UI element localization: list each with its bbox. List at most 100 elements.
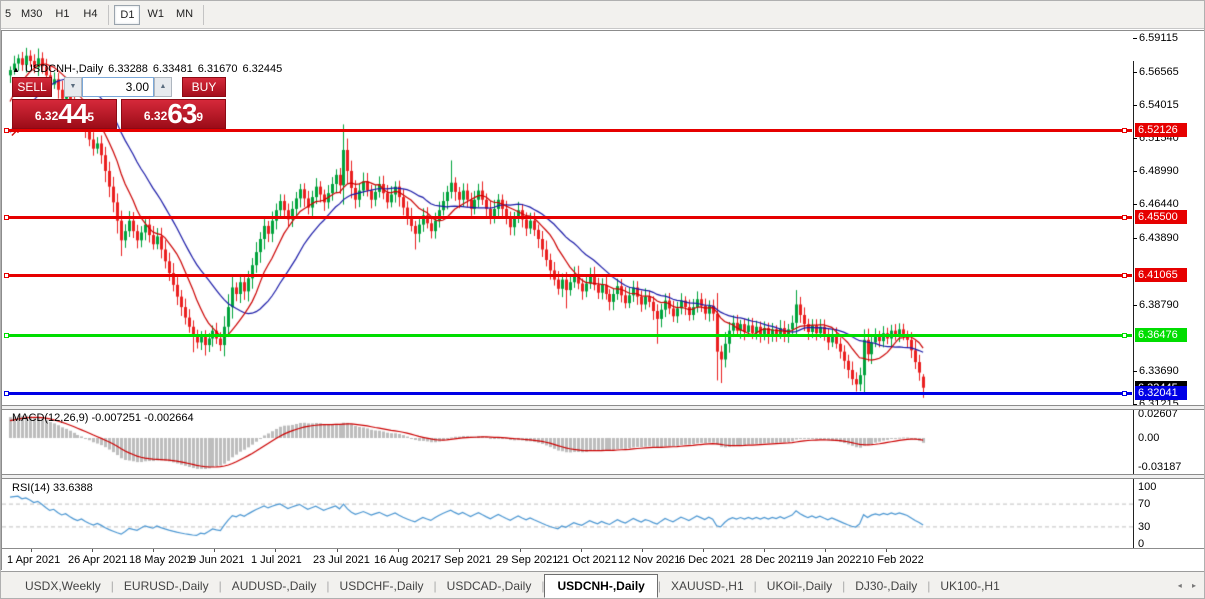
support-line-6.32041[interactable] bbox=[4, 391, 1132, 396]
date-tick-mark bbox=[214, 549, 215, 552]
tab-usdchf-daily[interactable]: USDCHF-,Daily bbox=[330, 575, 434, 597]
date-label: 1 Jul 2021 bbox=[251, 554, 302, 566]
rsi-axis-label: 100 bbox=[1138, 481, 1157, 493]
toolbar-separator bbox=[203, 4, 205, 25]
price-tick-mark bbox=[1133, 238, 1137, 239]
price-tick-label: 6.59115 bbox=[1139, 32, 1178, 44]
tab-ukoil-daily[interactable]: UKOil-,Daily bbox=[757, 575, 842, 597]
timeframe-5[interactable]: 5 bbox=[2, 5, 14, 25]
collapse-icon[interactable]: ▲ bbox=[12, 65, 20, 74]
volume-decrease-button[interactable]: ▼ bbox=[64, 77, 82, 97]
tab-usdcad-daily[interactable]: USDCAD-,Daily bbox=[437, 575, 542, 597]
date-tick-mark bbox=[703, 549, 704, 552]
macd-splitter[interactable] bbox=[2, 405, 1204, 410]
price-tick-mark bbox=[1133, 138, 1137, 139]
line-bar bbox=[4, 129, 1132, 132]
buy-price-pip: 9 bbox=[196, 110, 204, 124]
sell-button[interactable]: SELL bbox=[12, 77, 52, 97]
sell-price-pip: 5 bbox=[87, 110, 95, 124]
price-tick-label: 6.33690 bbox=[1139, 365, 1179, 377]
price-tick-label: 6.54015 bbox=[1139, 99, 1179, 111]
sell-price-box[interactable]: 6.32 44 5 bbox=[12, 99, 117, 129]
tab-xauusd-h1[interactable]: XAUUSD-,H1 bbox=[661, 575, 754, 597]
timeframe-w1[interactable]: W1 bbox=[142, 5, 169, 25]
rsi-canvas[interactable] bbox=[2, 479, 1133, 547]
rsi-axis-label: 30 bbox=[1138, 521, 1151, 533]
date-label: 28 Dec 2021 bbox=[740, 554, 803, 566]
date-tick-mark bbox=[886, 549, 887, 552]
price-tick-mark bbox=[1133, 305, 1137, 306]
buy-button[interactable]: BUY bbox=[182, 77, 226, 97]
date-tick-mark bbox=[398, 549, 399, 552]
line-bar bbox=[4, 334, 1132, 337]
timeframe-h1[interactable]: H1 bbox=[49, 5, 75, 25]
price-tick-label: 6.43890 bbox=[1139, 232, 1179, 244]
line-handle-left[interactable] bbox=[4, 391, 9, 396]
resistance-line-6.52126[interactable] bbox=[4, 128, 1132, 133]
line-handle-right[interactable] bbox=[1122, 128, 1127, 133]
line-price-label: 6.45500 bbox=[1135, 210, 1187, 224]
date-label: 23 Jul 2021 bbox=[313, 554, 370, 566]
line-handle-right[interactable] bbox=[1122, 215, 1127, 220]
date-tick-mark bbox=[825, 549, 826, 552]
date-tick-mark bbox=[459, 549, 460, 552]
line-bar bbox=[4, 216, 1132, 219]
timeframe-h4[interactable]: H4 bbox=[77, 5, 103, 25]
price-tick-label: 6.46440 bbox=[1139, 198, 1179, 210]
date-tick-mark bbox=[153, 549, 154, 552]
buy-price-box[interactable]: 6.32 63 9 bbox=[121, 99, 226, 129]
tab-scroll-arrows[interactable]: ◂ ▸ bbox=[1178, 581, 1200, 590]
rsi-label: RSI(14) 33.6388 bbox=[12, 482, 93, 494]
resistance-line-6.45500[interactable] bbox=[4, 215, 1132, 220]
line-handle-right[interactable] bbox=[1122, 273, 1127, 278]
timeframe-m30[interactable]: M30 bbox=[16, 5, 47, 25]
tab-usdx-weekly[interactable]: USDX,Weekly bbox=[15, 575, 111, 597]
date-label: 26 Apr 2021 bbox=[68, 554, 128, 566]
ohlc-high: 6.33481 bbox=[152, 63, 193, 75]
timeframe-mn[interactable]: MN bbox=[171, 5, 198, 25]
line-handle-left[interactable] bbox=[4, 333, 9, 338]
volume-input[interactable] bbox=[82, 77, 154, 97]
tab-eurusd-daily[interactable]: EURUSD-,Daily bbox=[114, 575, 219, 597]
line-handle-right[interactable] bbox=[1122, 333, 1127, 338]
price-tick-mark bbox=[1133, 204, 1137, 205]
date-axis[interactable]: 1 Apr 2021 26 Apr 2021 18 May 2021 9 Jun 20… bbox=[2, 548, 1204, 571]
line-handle-left[interactable] bbox=[4, 273, 9, 278]
volume-increase-button[interactable]: ▲ bbox=[154, 77, 172, 97]
tab-audusd-daily[interactable]: AUDUSD-,Daily bbox=[222, 575, 327, 597]
line-price-label: 6.32041 bbox=[1135, 386, 1187, 400]
macd-axis-label: 0.00 bbox=[1138, 432, 1160, 444]
date-label: 9 Jun 2021 bbox=[190, 554, 245, 566]
date-label: 6 Dec 2021 bbox=[679, 554, 736, 566]
price-tick-label: 6.48990 bbox=[1139, 165, 1179, 177]
price-tick-mark bbox=[1133, 371, 1137, 372]
tab-uk100-h1[interactable]: UK100-,H1 bbox=[930, 575, 1009, 597]
date-label: 21 Oct 2021 bbox=[557, 554, 617, 566]
buy-price-prefix: 6.32 bbox=[143, 109, 168, 123]
date-label: 10 Feb 2022 bbox=[862, 554, 924, 566]
rsi-splitter[interactable] bbox=[2, 474, 1204, 479]
line-handle-left[interactable] bbox=[4, 215, 9, 220]
price-tick-mark bbox=[1133, 38, 1137, 39]
date-tick-mark bbox=[764, 549, 765, 552]
support-line-6.36476[interactable] bbox=[4, 333, 1132, 338]
tab-usdcnh-daily[interactable]: USDCNH-,Daily bbox=[544, 574, 658, 598]
line-handle-right[interactable] bbox=[1122, 391, 1127, 396]
timeframe-toolbar: 5 M30 H1 H4 D1 W1 MN bbox=[1, 1, 1204, 29]
line-bar bbox=[4, 392, 1132, 395]
date-label: 1 Apr 2021 bbox=[7, 554, 61, 566]
sell-price-prefix: 6.32 bbox=[34, 109, 59, 123]
sell-price-big: 44 bbox=[58, 98, 88, 129]
date-tick-mark bbox=[92, 549, 93, 552]
line-handle-left[interactable] bbox=[4, 128, 9, 133]
date-label: 7 Sep 2021 bbox=[435, 554, 492, 566]
ohlc-close: 6.32445 bbox=[242, 63, 283, 75]
timeframe-d1[interactable]: D1 bbox=[114, 4, 141, 25]
resistance-line-6.41065[interactable] bbox=[4, 273, 1132, 278]
date-tick-mark bbox=[337, 549, 338, 552]
tab-dj30-daily[interactable]: DJ30-,Daily bbox=[845, 575, 927, 597]
date-label: 16 Aug 2021 bbox=[374, 554, 436, 566]
price-tick-label: 6.56565 bbox=[1139, 66, 1179, 78]
line-price-label: 6.52126 bbox=[1135, 123, 1187, 137]
price-tick-label: 6.38790 bbox=[1139, 299, 1179, 311]
